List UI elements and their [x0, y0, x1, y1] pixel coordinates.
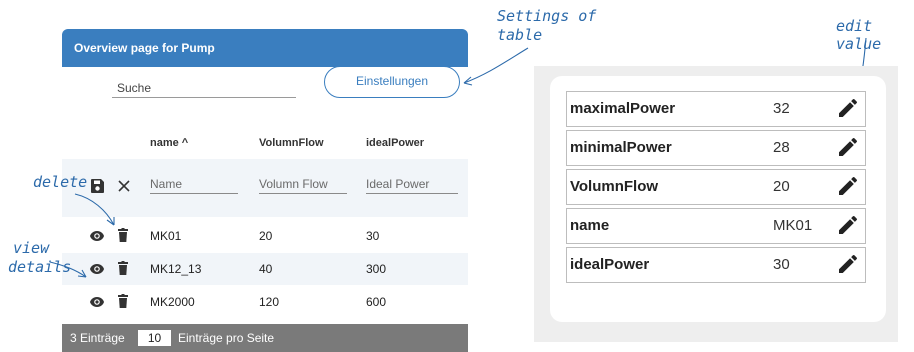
property-value: 20 [773, 178, 790, 195]
property-name: minimalPower [570, 139, 672, 156]
pencil-icon[interactable] [836, 252, 860, 276]
pencil-icon[interactable] [836, 96, 860, 120]
property-value: 32 [773, 100, 790, 117]
pencil-icon[interactable] [836, 174, 860, 198]
property-row [566, 208, 866, 244]
property-name: maximalPower [570, 100, 676, 117]
property-value: 28 [773, 139, 790, 156]
pencil-icon[interactable] [836, 135, 860, 159]
property-value: MK01 [773, 217, 813, 234]
property-name: idealPower [570, 256, 650, 273]
property-name: name [570, 217, 610, 234]
property-name: VolumnFlow [570, 178, 659, 195]
pencil-icon[interactable] [836, 213, 860, 237]
property-value: 30 [773, 256, 790, 273]
